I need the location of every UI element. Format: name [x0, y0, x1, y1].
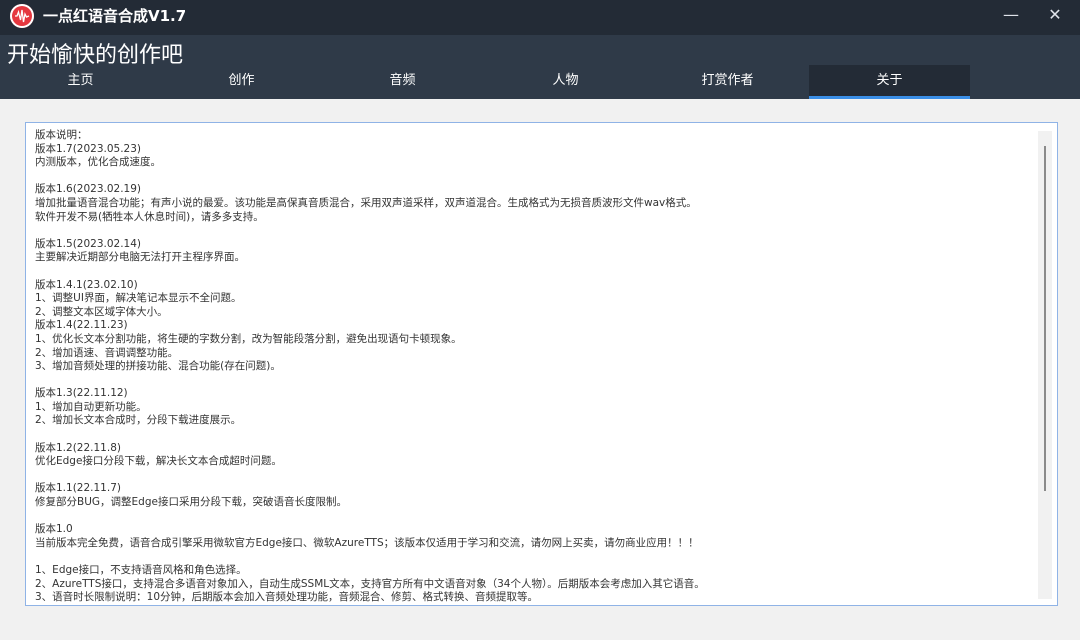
version-note-line: 版本1.7(2023.05.23): [35, 142, 142, 155]
version-note-line: 内测版本，优化合成速度。: [35, 156, 161, 169]
tab-donate[interactable]: 打赏作者: [647, 65, 808, 99]
version-note-line: 增加批量语音混合功能；有声小说的最爱。该功能是高保真音质混合，采用双声道采样，双…: [35, 196, 697, 209]
version-note-line: 版本1.4(22.11.23): [35, 319, 128, 332]
app-title: 一点红语音合成V1.7: [43, 7, 187, 25]
tab-create[interactable]: 创作: [161, 65, 322, 99]
version-note-line: [35, 224, 1035, 238]
tab-audio[interactable]: 音频: [322, 65, 483, 99]
version-note-line: 3、增加音频处理的拼接功能、混合功能(存在问题)。: [35, 360, 281, 373]
tab-home[interactable]: 主页: [0, 65, 161, 99]
version-note-line: [35, 428, 1035, 442]
version-note-line: 2、增加语速、音调调整功能。: [35, 346, 179, 359]
version-note-line: 3、语音时长限制说明：10分钟，后期版本会加入音频处理功能，音频混合、修剪、格式…: [35, 591, 539, 604]
tab-about[interactable]: 关于: [809, 65, 970, 99]
version-note-line: 2、调整文本区域字体大小。: [35, 305, 168, 318]
version-note-line: 修复部分BUG，调整Edge接口采用分段下载，突破语音长度限制。: [35, 496, 347, 509]
version-note-line: 版本1.4.1(23.02.10): [35, 278, 138, 291]
version-note-line: 1、Edge接口，不支持语音风格和角色选择。: [35, 564, 247, 576]
version-note-line: 优化Edge接口分段下载，解决长文本合成超时问题。: [35, 455, 282, 468]
version-note-line: 版本1.0: [35, 523, 73, 536]
title-bar: 一点红语音合成V1.7 — ✕: [0, 0, 1080, 35]
version-note-line: [35, 469, 1035, 483]
version-note-line: 版本1.5(2023.02.14): [35, 237, 142, 250]
tab-characters[interactable]: 人物: [485, 65, 646, 99]
version-note-line: 1、调整UI界面，解决笔记本显示不全问题。: [35, 292, 242, 305]
version-note-line: [35, 374, 1035, 388]
waveform-icon: [10, 4, 34, 28]
version-note-line: 版本1.1(22.11.7): [35, 482, 121, 495]
version-note-line: 版本说明：: [35, 129, 88, 141]
version-note-line: 当前版本完全免费，语音合成引擎采用微软官方Edge接口、微软AzureTTS；该…: [35, 536, 699, 549]
version-note-line: 2、增加长文本合成时，分段下载进度展示。: [35, 414, 242, 427]
header: 开始愉快的创作吧 主页 创作 音频 人物 打赏作者 关于: [0, 35, 1080, 99]
version-note-line: 1、增加自动更新功能。: [35, 400, 147, 413]
version-note-line: [35, 550, 1035, 564]
version-note-line: [35, 265, 1035, 279]
minimize-button[interactable]: —: [988, 0, 1034, 30]
version-note-line: 软件开发不易(牺牲本人休息时间)，请多多支持。: [35, 210, 264, 223]
version-note-line: [35, 510, 1035, 524]
about-panel: 版本说明： 版本1.7(2023.05.23) 内测版本，优化合成速度。 版本1.6…: [25, 122, 1058, 606]
version-notes[interactable]: 版本说明： 版本1.7(2023.05.23) 内测版本，优化合成速度。 版本1.6…: [35, 129, 1035, 605]
version-note-line: 版本1.2(22.11.8): [35, 441, 121, 454]
tab-bar: 主页 创作 音频 人物 打赏作者 关于: [0, 65, 1080, 99]
version-note-line: 版本1.3(22.11.12): [35, 387, 128, 400]
version-note-line: 版本1.6(2023.02.19): [35, 183, 142, 196]
close-button[interactable]: ✕: [1032, 0, 1078, 30]
vertical-scrollbar[interactable]: [1038, 131, 1052, 599]
version-note-line: 1、优化长文本分割功能，将生硬的字数分割，改为智能段落分割，避免出现语句卡顿现象…: [35, 332, 462, 345]
version-note-line: [35, 170, 1035, 184]
scrollbar-thumb[interactable]: [1044, 146, 1046, 491]
version-note-line: 主要解决近期部分电脑无法打开主程序界面。: [35, 251, 245, 264]
version-note-line: 2、AzureTTS接口，支持混合多语音对象加入，自动生成SSML文本，支持官方…: [35, 577, 705, 590]
